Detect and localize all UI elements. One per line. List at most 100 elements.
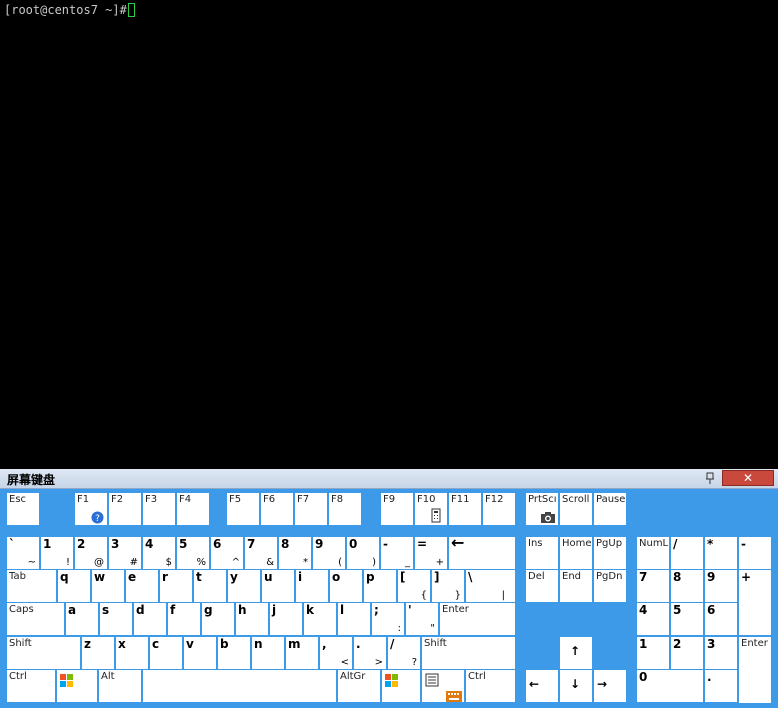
key-left-shift[interactable]: Shift — [7, 637, 80, 669]
key-num-subtract[interactable]: - — [739, 537, 771, 569]
key-minus[interactable]: - _ — [381, 537, 413, 569]
key-arrow-right[interactable]: → — [594, 670, 626, 702]
key-arrow-left[interactable]: ← — [526, 670, 558, 702]
key-n[interactable]: n — [252, 637, 284, 669]
key-num-7[interactable]: 7 — [637, 570, 669, 602]
key-right-windows[interactable] — [382, 670, 420, 702]
key-f4[interactable]: F4 — [177, 493, 209, 525]
key-pgup[interactable]: PgUp — [594, 537, 626, 569]
key-backspace[interactable]: ← — [449, 537, 515, 569]
key-num-multiply[interactable]: * — [705, 537, 737, 569]
key-2[interactable]: 2 @ — [75, 537, 107, 569]
key-f6[interactable]: F6 — [261, 493, 293, 525]
key-q[interactable]: q — [58, 570, 90, 602]
key-z[interactable]: z — [82, 637, 114, 669]
key-g[interactable]: g — [202, 603, 234, 635]
key-x[interactable]: x — [116, 637, 148, 669]
key-f2[interactable]: F2 — [109, 493, 141, 525]
key-h[interactable]: h — [236, 603, 268, 635]
key-right-ctrl[interactable]: Ctrl — [466, 670, 515, 702]
key-arrow-down[interactable]: ↓ — [560, 670, 592, 702]
key-caps[interactable]: Caps — [7, 603, 64, 635]
key-num-2[interactable]: 2 — [671, 637, 703, 669]
key-numlock[interactable]: NumL — [637, 537, 669, 569]
key-f5[interactable]: F5 — [227, 493, 259, 525]
key-e[interactable]: e — [126, 570, 158, 602]
key-scroll[interactable]: Scroll — [560, 493, 592, 525]
key-space[interactable] — [143, 670, 336, 702]
key-c[interactable]: c — [150, 637, 182, 669]
key-f1[interactable]: F1 ? — [75, 493, 107, 525]
key-3[interactable]: 3 # — [109, 537, 141, 569]
key-menu[interactable] — [422, 670, 464, 702]
key-w[interactable]: w — [92, 570, 124, 602]
key-0[interactable]: 0) — [347, 537, 379, 569]
key-y[interactable]: y — [228, 570, 260, 602]
key-f9[interactable]: F9 — [381, 493, 413, 525]
close-button[interactable]: ✕ — [722, 470, 774, 486]
key-tab[interactable]: Tab — [7, 570, 56, 602]
key-backslash[interactable]: \ | — [466, 570, 515, 602]
key-m[interactable]: m — [286, 637, 318, 669]
key-l[interactable]: l — [338, 603, 370, 635]
key-num-0[interactable]: 0 — [637, 670, 703, 702]
key-9[interactable]: 9( — [313, 537, 345, 569]
key-v[interactable]: v — [184, 637, 216, 669]
key-pause[interactable]: Pause — [594, 493, 626, 525]
key-period[interactable]: . > — [354, 637, 386, 669]
key-arrow-up[interactable]: ↑ — [560, 637, 592, 669]
key-f8[interactable]: F8 — [329, 493, 361, 525]
key-p[interactable]: p — [364, 570, 396, 602]
key-8[interactable]: 8 * — [279, 537, 311, 569]
key-comma[interactable]: , < — [320, 637, 352, 669]
key-j[interactable]: j — [270, 603, 302, 635]
key-i[interactable]: i — [296, 570, 328, 602]
key-esc[interactable]: Esc — [7, 493, 39, 525]
key-num-8[interactable]: 8 — [671, 570, 703, 602]
key-6[interactable]: 6 ^ — [211, 537, 243, 569]
key-backtick[interactable]: ` ~ — [7, 537, 39, 569]
key-del[interactable]: Del — [526, 570, 558, 602]
osk-titlebar[interactable]: 屏幕键盘 ✕ — [0, 469, 778, 489]
key-1[interactable]: 1! — [41, 537, 73, 569]
key-left-alt[interactable]: Alt — [99, 670, 141, 702]
key-r[interactable]: r — [160, 570, 192, 602]
key-altgr[interactable]: AltGr — [338, 670, 380, 702]
key-b[interactable]: b — [218, 637, 250, 669]
key-7[interactable]: 7 & — [245, 537, 277, 569]
key-num-decimal[interactable]: . — [705, 670, 737, 702]
pin-icon[interactable] — [699, 470, 721, 486]
key-num-4[interactable]: 4 — [637, 603, 669, 635]
key-right-bracket[interactable]: ]} — [432, 570, 464, 602]
key-quote[interactable]: ' " — [406, 603, 438, 635]
key-end[interactable]: End — [560, 570, 592, 602]
key-num-divide[interactable]: / — [671, 537, 703, 569]
key-right-shift[interactable]: Shift — [422, 637, 515, 669]
key-left-ctrl[interactable]: Ctrl — [7, 670, 55, 702]
key-num-enter[interactable]: Enter — [739, 637, 771, 703]
key-num-add[interactable]: + — [739, 570, 771, 635]
key-pgdn[interactable]: PgDn — [594, 570, 626, 602]
key-o[interactable]: o — [330, 570, 362, 602]
key-num-5[interactable]: 5 — [671, 603, 703, 635]
key-f10[interactable]: F10 — [415, 493, 447, 525]
key-left-bracket[interactable]: [{ — [398, 570, 430, 602]
key-home[interactable]: Home — [560, 537, 592, 569]
key-num-3[interactable]: 3 — [705, 637, 737, 669]
key-ins[interactable]: Ins — [526, 537, 558, 569]
key-a[interactable]: a — [66, 603, 98, 635]
key-enter[interactable]: Enter — [440, 603, 515, 635]
key-d[interactable]: d — [134, 603, 166, 635]
key-f12[interactable]: F12 — [483, 493, 515, 525]
key-k[interactable]: k — [304, 603, 336, 635]
key-left-windows[interactable] — [57, 670, 97, 702]
key-s[interactable]: s — [100, 603, 132, 635]
key-f[interactable]: f — [168, 603, 200, 635]
key-num-6[interactable]: 6 — [705, 603, 737, 635]
key-4[interactable]: 4 $ — [143, 537, 175, 569]
key-num-1[interactable]: 1 — [637, 637, 669, 669]
key-f7[interactable]: F7 — [295, 493, 327, 525]
key-f3[interactable]: F3 — [143, 493, 175, 525]
key-u[interactable]: u — [262, 570, 294, 602]
key-equal[interactable]: = + — [415, 537, 447, 569]
